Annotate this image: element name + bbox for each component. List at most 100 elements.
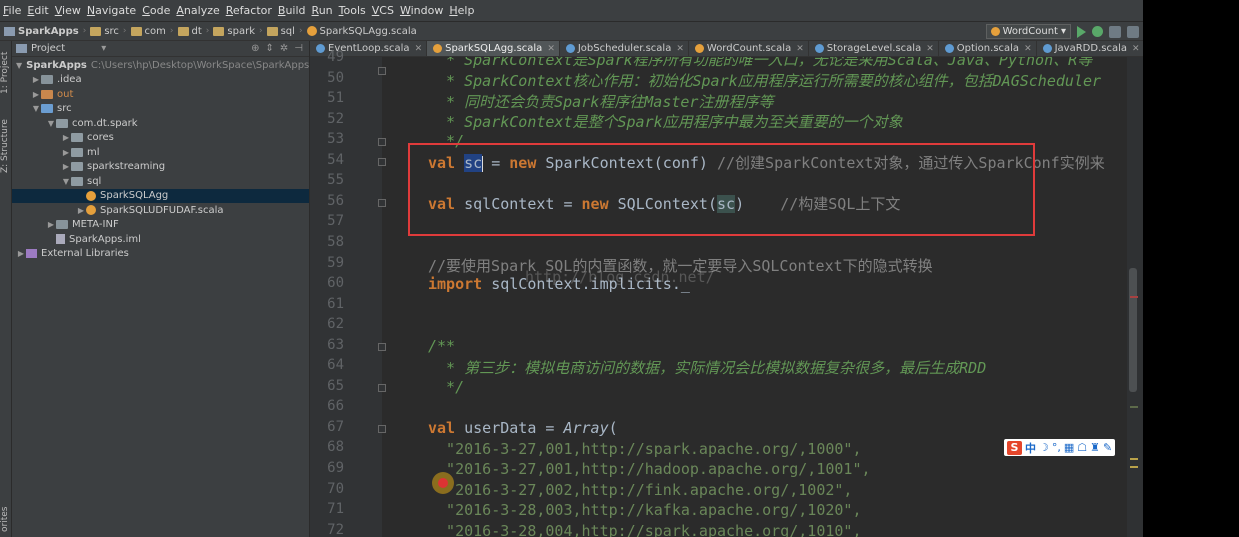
tree-item[interactable]: ▶ .idea [12, 73, 309, 88]
close-icon[interactable]: ✕ [415, 44, 423, 54]
chevron-down-icon[interactable]: ▼ [46, 119, 56, 128]
chevron-right-icon[interactable]: ▶ [61, 162, 71, 171]
tree-item[interactable]: ▶ META-INF [12, 218, 309, 233]
project-tool-tab[interactable]: 1: Project [0, 43, 12, 103]
debug-icon[interactable] [1092, 26, 1103, 37]
menu-run[interactable]: Run [309, 0, 336, 22]
favorites-tool-tab[interactable]: orites [0, 501, 12, 537]
code-editor[interactable]: * SparkContext是Spark程序所有功能的唯一入口，无论是采用Sca… [382, 57, 1127, 537]
editor-tab[interactable]: WordCount.scala ✕ [689, 41, 809, 56]
warning-stripe-mark[interactable] [1130, 406, 1138, 408]
scrollbar-thumb[interactable] [1129, 268, 1137, 392]
breakpoint-icon[interactable] [432, 472, 454, 494]
close-icon[interactable]: ✕ [1024, 44, 1032, 54]
hide-icon[interactable]: ⊣ [294, 43, 303, 54]
chevron-down-icon[interactable]: ▼ [31, 104, 41, 113]
editor-tab[interactable]: Option.scala ✕ [939, 41, 1037, 56]
stop-icon[interactable] [1127, 25, 1139, 38]
tree-item[interactable]: ▶ SparkSQLUDFUDAF.scala [12, 203, 309, 218]
menu-analyze[interactable]: Analyze [173, 0, 222, 22]
run-config-select[interactable]: WordCount ▾ [985, 24, 1071, 39]
toolbox-icon[interactable]: ☖ [1077, 441, 1087, 454]
tree-item-label: .idea [57, 74, 82, 86]
tree-item[interactable]: ▼ src [12, 102, 309, 117]
editor-tab[interactable]: SparkSQLAgg.scala ✕ [427, 41, 560, 56]
error-stripe-mark[interactable] [1130, 296, 1138, 298]
tree-item[interactable]: ▶ cores [12, 131, 309, 146]
tree-item[interactable]: ▼ SparkApps C:\Users\hp\Desktop\WorkSpace\… [12, 58, 309, 73]
chevron-right-icon[interactable]: ▶ [46, 220, 56, 229]
coverage-icon[interactable] [1109, 25, 1121, 38]
chevron-right-icon[interactable]: ▶ [76, 206, 86, 215]
keyboard-icon[interactable]: ▦ [1064, 441, 1074, 454]
menu-tools[interactable]: Tools [336, 0, 369, 22]
tree-item[interactable]: ▶ sparkstreaming [12, 160, 309, 175]
structure-tool-tab[interactable]: Z: Structure [0, 111, 12, 181]
tree-item[interactable]: SparkApps.iml [12, 232, 309, 247]
line-number: 57 [327, 213, 344, 230]
line-number: 66 [327, 398, 344, 415]
breadcrumb-spark[interactable]: spark [209, 26, 259, 37]
tree-item[interactable]: ▶ External Libraries [12, 247, 309, 262]
tree-item[interactable]: SparkSQLAgg [12, 188, 309, 203]
menu-navigate[interactable]: Navigate [84, 0, 139, 22]
tree-item[interactable]: ▶ out [12, 87, 309, 102]
ime-toolbar[interactable]: S 中 ☽ °, ▦ ☖ ♜ ✎ [1004, 439, 1116, 456]
punctuation-icon[interactable]: °, [1052, 441, 1061, 454]
menu-edit[interactable]: Edit [24, 0, 51, 22]
chevron-right-icon[interactable]: ▶ [31, 90, 41, 99]
editor-tab[interactable]: StorageLevel.scala ✕ [809, 41, 939, 56]
menu-code[interactable]: Code [139, 0, 173, 22]
menu-help[interactable]: Help [446, 0, 477, 22]
chevron-right-icon[interactable]: ▶ [16, 249, 26, 258]
ime-language-toggle[interactable]: 中 [1025, 440, 1036, 456]
fold-marker-icon[interactable] [378, 199, 386, 207]
moon-icon[interactable]: ☽ [1039, 441, 1049, 454]
chevron-right-icon[interactable]: ▶ [31, 75, 41, 84]
library-icon [26, 249, 37, 259]
scala-class-icon [814, 44, 824, 53]
tree-item[interactable]: ▼ sql [12, 174, 309, 189]
close-icon[interactable]: ✕ [926, 44, 934, 54]
fold-marker-icon[interactable] [378, 138, 386, 146]
gear-icon[interactable]: ✲ [280, 43, 288, 54]
menu-view[interactable]: View [52, 0, 84, 22]
fold-marker-icon[interactable] [378, 158, 386, 166]
breadcrumb-dt[interactable]: dt [174, 26, 206, 37]
editor-tab[interactable]: JavaRDD.scala ✕ [1037, 41, 1143, 56]
chevron-down-icon[interactable]: ▼ [61, 177, 71, 186]
run-icon[interactable] [1077, 25, 1086, 38]
fold-marker-icon[interactable] [378, 384, 386, 392]
fold-marker-icon[interactable] [378, 425, 386, 433]
breadcrumb-sql[interactable]: sql [263, 26, 299, 37]
editor-tab[interactable]: JobScheduler.scala ✕ [560, 41, 689, 56]
close-icon[interactable]: ✕ [1132, 44, 1140, 54]
chevron-right-icon[interactable]: ▶ [61, 148, 71, 157]
breadcrumb-file[interactable]: SparkSQLAgg.scala [303, 26, 421, 37]
menu-build[interactable]: Build [275, 0, 309, 22]
tree-item[interactable]: ▼ com.dt.spark [12, 116, 309, 131]
collapse-icon[interactable]: ⇕ [266, 43, 274, 54]
warning-stripe-mark[interactable] [1130, 458, 1138, 460]
close-icon[interactable]: ✕ [547, 44, 555, 54]
project-view-selector[interactable]: Project [31, 43, 65, 54]
chevron-right-icon[interactable]: ▶ [61, 133, 71, 142]
close-icon[interactable]: ✕ [796, 44, 804, 54]
menu-file[interactable]: File [0, 0, 24, 22]
fold-marker-icon[interactable] [378, 343, 386, 351]
tree-item[interactable]: ▶ ml [12, 145, 309, 160]
shirt-icon[interactable]: ♜ [1090, 441, 1100, 454]
breadcrumb-src[interactable]: src [86, 26, 123, 37]
menu-vcs[interactable]: VCS [369, 0, 397, 22]
chevron-down-icon[interactable]: ▾ [101, 43, 106, 54]
breadcrumb-com[interactable]: com [127, 26, 170, 37]
breadcrumb-project[interactable]: SparkApps [0, 26, 83, 37]
menu-refactor[interactable]: Refactor [223, 0, 275, 22]
sync-icon[interactable]: ⊕ [251, 43, 259, 54]
menu-window[interactable]: Window [397, 0, 446, 22]
warning-stripe-mark[interactable] [1130, 466, 1138, 468]
wrench-icon[interactable]: ✎ [1103, 441, 1112, 454]
chevron-down-icon[interactable]: ▼ [16, 61, 22, 70]
fold-marker-icon[interactable] [378, 67, 386, 75]
close-icon[interactable]: ✕ [676, 44, 684, 54]
